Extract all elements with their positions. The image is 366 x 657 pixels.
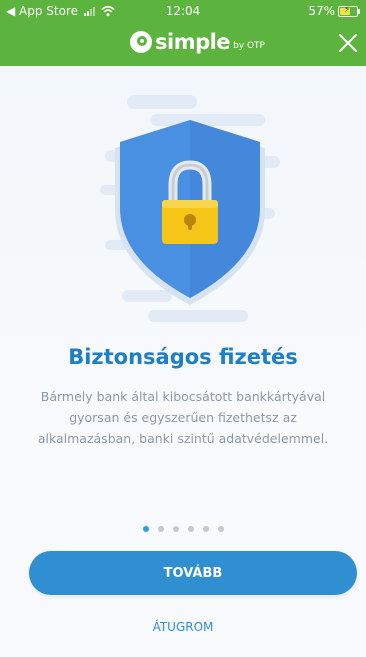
description-text: Bármely bank által kibocsátott bankkárty…	[37, 389, 329, 446]
onboarding-screen: ◀ App Store 12:04 57% ⚡ simple by OTP Bi…	[0, 0, 366, 657]
battery-percent: 57%	[308, 4, 335, 18]
page-indicator	[0, 526, 366, 532]
battery-status: 57% ⚡	[308, 4, 360, 18]
page-title: Biztonságos fizetés	[68, 345, 298, 369]
battery-icon: ⚡	[338, 5, 360, 17]
status-bar: ◀ App Store 12:04 57% ⚡	[0, 0, 366, 22]
page-dot[interactable]	[157, 526, 164, 532]
page-dot[interactable]	[202, 526, 209, 532]
app-header: ◀ App Store 12:04 57% ⚡ simple by OTP	[0, 0, 366, 66]
page-dot[interactable]	[187, 526, 194, 532]
page-dot[interactable]	[217, 526, 224, 532]
shield-lock-illustration	[100, 95, 280, 322]
brand-logo: simple by OTP	[130, 30, 265, 54]
page-dot[interactable]	[172, 526, 179, 532]
brand-name: simple	[155, 30, 231, 54]
brand-suffix: by OTP	[233, 41, 265, 51]
page-dot-active[interactable]	[142, 526, 149, 532]
skip-link[interactable]: ÁTUGROM	[0, 620, 366, 634]
simple-logo-icon	[130, 31, 152, 53]
next-button[interactable]: TOVÁBB	[29, 551, 357, 595]
close-icon[interactable]	[336, 31, 360, 55]
